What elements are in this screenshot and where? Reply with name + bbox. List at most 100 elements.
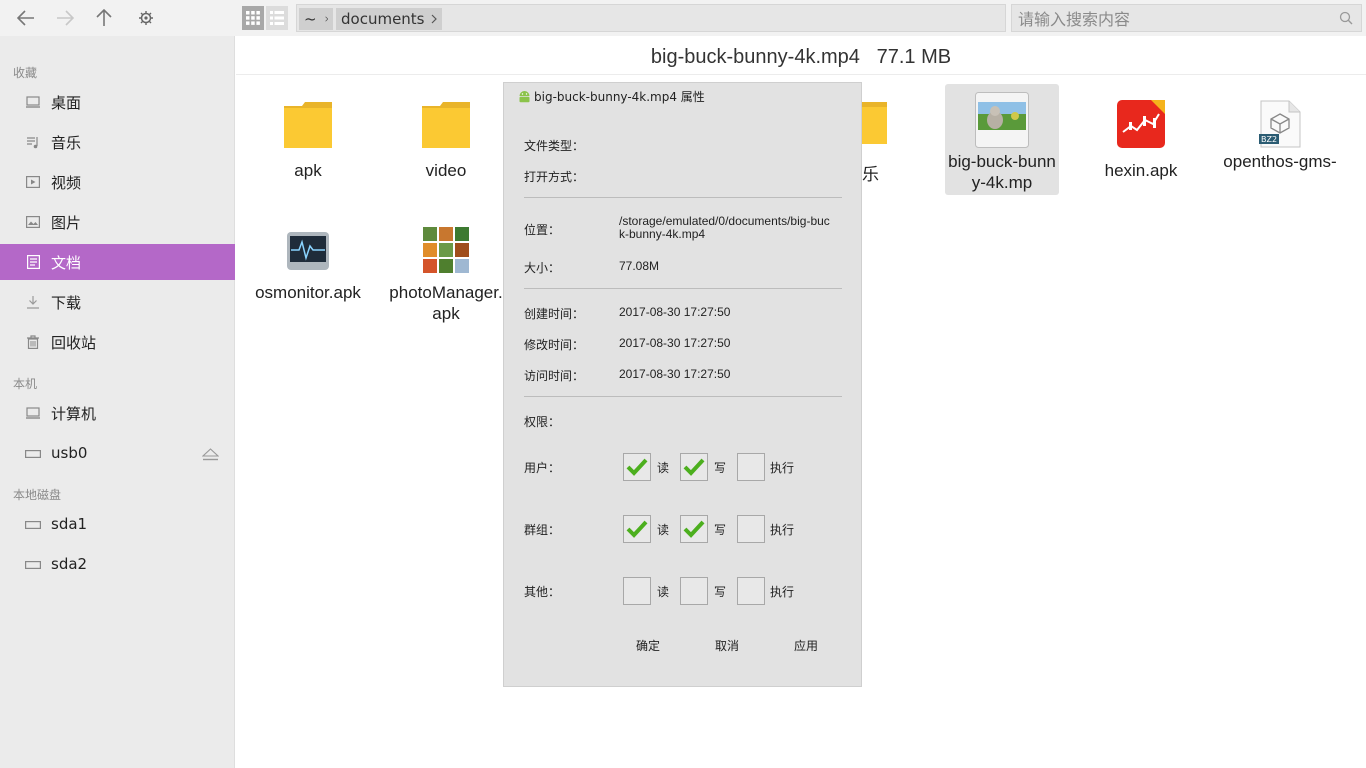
- permissions-label: 权限：: [524, 415, 561, 429]
- perm-others-exec-checkbox[interactable]: [737, 577, 765, 605]
- divider: [524, 396, 842, 397]
- drive-icon: [25, 517, 41, 533]
- folder-icon: [284, 102, 332, 148]
- section-title-favorites: 收藏: [13, 66, 38, 80]
- file-item-hexin[interactable]: hexin.apk: [1084, 90, 1198, 181]
- document-icon: [25, 254, 41, 270]
- perm-user-write-checkbox[interactable]: [680, 453, 708, 481]
- sidebar-item-label: 计算机: [51, 405, 97, 423]
- sidebar-item-label: usb0: [51, 444, 88, 462]
- size-value: 77.08M: [619, 259, 660, 273]
- perm-user-read-checkbox[interactable]: [623, 453, 651, 481]
- sidebar-item-documents[interactable]: 文档: [0, 244, 235, 280]
- trash-icon: [25, 334, 41, 350]
- file-name: video: [425, 161, 467, 180]
- perm-exec-label: 执行: [770, 461, 795, 475]
- properties-dialog: big-buck-bunny-4k.mp4 属性 文件类型： 打开方式： 位置：…: [503, 82, 862, 687]
- up-arrow-icon: [96, 9, 112, 26]
- breadcrumb-documents[interactable]: documents: [336, 8, 442, 30]
- perm-group-exec-checkbox[interactable]: [737, 515, 765, 543]
- open-with-label: 打开方式：: [524, 170, 585, 184]
- checkmark-icon: [626, 458, 648, 476]
- perm-others-label: 其他：: [524, 585, 561, 599]
- sidebar-item-usb0[interactable]: usb0: [0, 436, 235, 472]
- music-icon: [25, 134, 41, 150]
- sidebar-item-downloads[interactable]: 下载: [0, 284, 235, 320]
- perm-user-label: 用户：: [524, 461, 561, 475]
- perm-write-label: 写: [714, 523, 727, 537]
- grid-view-icon: [246, 11, 260, 25]
- perm-read-label: 读: [657, 523, 670, 537]
- back-button[interactable]: [13, 6, 39, 30]
- created-label: 创建时间：: [524, 307, 585, 321]
- perm-write-label: 写: [714, 461, 727, 475]
- file-name: osmonitor.apk: [255, 283, 361, 302]
- grid-view-button[interactable]: [242, 6, 264, 30]
- computer-icon: [25, 405, 41, 421]
- ok-button[interactable]: 确定: [626, 637, 670, 654]
- perm-others-read-checkbox[interactable]: [623, 577, 651, 605]
- file-item-photomanager[interactable]: photoManager.apk: [389, 212, 503, 324]
- file-name: openthos-gms-: [1223, 152, 1337, 171]
- file-item-openthos-gms[interactable]: BZ2 openthos-gms-: [1223, 90, 1337, 172]
- cancel-button[interactable]: 取消: [705, 637, 749, 654]
- file-item-osmonitor[interactable]: osmonitor.apk: [251, 212, 365, 303]
- header-divider: [236, 74, 1366, 75]
- perm-others-write-checkbox[interactable]: [680, 577, 708, 605]
- checkmark-icon: [683, 458, 705, 476]
- file-item-apk[interactable]: apk: [251, 90, 365, 181]
- sidebar-item-label: 回收站: [51, 334, 97, 352]
- sidebar-item-video[interactable]: 视频: [0, 164, 235, 200]
- checkmark-icon: [683, 520, 705, 538]
- breadcrumb-home[interactable]: ~: [299, 8, 333, 30]
- sidebar-item-computer[interactable]: 计算机: [0, 395, 235, 431]
- chevron-right-icon: [324, 16, 328, 22]
- section-title-disks: 本地磁盘: [13, 488, 62, 502]
- eject-icon[interactable]: [202, 448, 219, 461]
- settings-button[interactable]: [133, 6, 159, 30]
- sidebar-item-desktop[interactable]: 桌面: [0, 84, 235, 120]
- checkmark-icon: [626, 520, 648, 538]
- divider: [524, 288, 842, 289]
- sidebar-item-pictures[interactable]: 图片: [0, 204, 235, 240]
- sidebar-item-sda1[interactable]: sda1: [0, 507, 235, 543]
- up-button[interactable]: [91, 6, 117, 30]
- file-name: 乐: [862, 165, 879, 184]
- forward-button[interactable]: [52, 6, 78, 30]
- apply-button[interactable]: 应用: [784, 637, 828, 654]
- accessed-value: 2017-08-30 17:27:50: [619, 367, 731, 381]
- list-view-button[interactable]: [266, 6, 288, 30]
- modified-value: 2017-08-30 17:27:50: [619, 336, 731, 350]
- folder-icon: [422, 102, 470, 148]
- stock-app-icon: [1117, 100, 1165, 148]
- divider: [524, 197, 842, 198]
- search-box[interactable]: [1011, 4, 1362, 32]
- sidebar-item-sda2[interactable]: sda2: [0, 547, 235, 583]
- search-icon[interactable]: [1339, 11, 1353, 25]
- file-item-video[interactable]: video: [389, 90, 503, 181]
- video-thumbnail-icon: [975, 92, 1029, 148]
- gear-icon: [139, 11, 153, 25]
- perm-exec-label: 执行: [770, 585, 795, 599]
- dialog-title: big-buck-bunny-4k.mp4 属性: [534, 90, 705, 104]
- perm-user-exec-checkbox[interactable]: [737, 453, 765, 481]
- sidebar-item-label: 图片: [51, 214, 82, 232]
- location-value: /storage/emulated/0/documents/big-buck-b…: [619, 214, 830, 241]
- search-input[interactable]: [1018, 8, 1328, 30]
- picture-icon: [25, 214, 41, 230]
- perm-group-write-checkbox[interactable]: [680, 515, 708, 543]
- chevron-right-icon: [431, 14, 437, 24]
- sidebar-item-trash[interactable]: 回收站: [0, 324, 235, 360]
- sidebar-item-music[interactable]: 音乐: [0, 124, 235, 160]
- perm-group-read-checkbox[interactable]: [623, 515, 651, 543]
- download-icon: [25, 294, 41, 310]
- list-view-icon: [270, 11, 284, 25]
- file-name: big-buck-bunny-4k.mp: [948, 152, 1056, 192]
- perm-write-label: 写: [714, 585, 727, 599]
- perm-group-label: 群组：: [524, 523, 561, 537]
- drive-icon: [25, 557, 41, 573]
- toolbar: ~ documents: [0, 0, 1366, 36]
- file-item-big-buck-bunny[interactable]: big-buck-bunny-4k.mp: [945, 84, 1059, 195]
- path-bar[interactable]: ~ documents: [296, 4, 1006, 32]
- section-title-local: 本机: [13, 377, 38, 391]
